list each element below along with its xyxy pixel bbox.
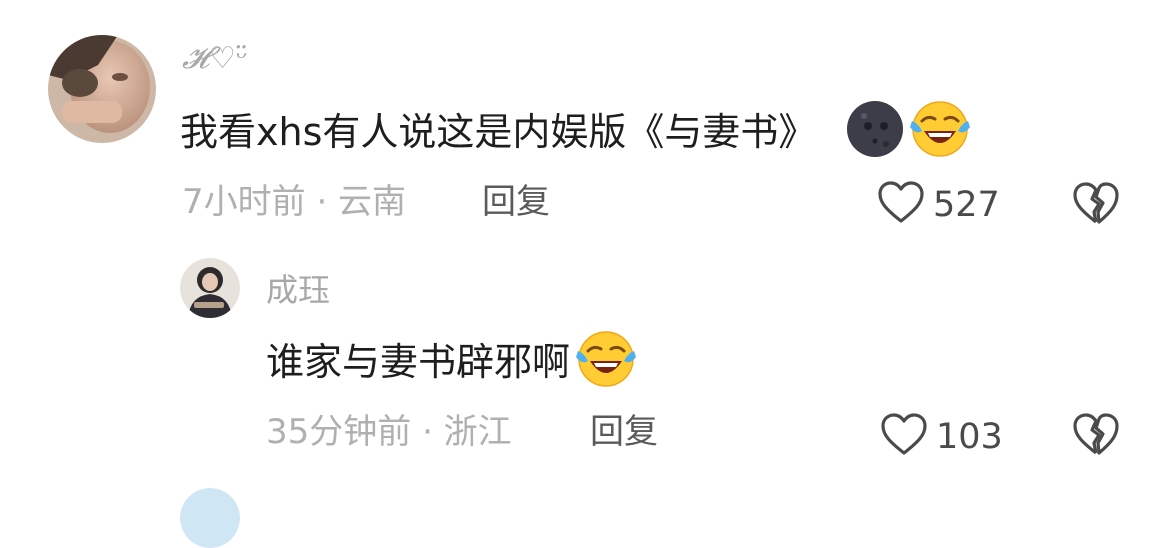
- heart-icon: [880, 412, 928, 463]
- avatar[interactable]: [180, 488, 240, 548]
- dislike-broken-heart-icon[interactable]: [1072, 412, 1120, 460]
- avatar[interactable]: [48, 35, 156, 143]
- like-button[interactable]: 103: [880, 412, 1003, 463]
- reply-button[interactable]: 回复: [482, 185, 550, 219]
- like-count: 103: [936, 417, 1003, 457]
- comment-username[interactable]: 𝓗♡ᵕ̈: [182, 44, 248, 74]
- heart-icon: [877, 180, 925, 231]
- comment-time-location: 35分钟前 · 浙江: [266, 412, 512, 452]
- new-moon-face-icon: [846, 100, 904, 164]
- comment-username[interactable]: 成珏: [266, 274, 330, 306]
- like-button[interactable]: 527: [877, 180, 1000, 231]
- comment-text: 谁家与妻书辟邪啊: [266, 331, 638, 387]
- reply-button[interactable]: 回复: [590, 415, 658, 449]
- rolling-on-floor-laughing-icon: [908, 97, 972, 167]
- comment-text-content: 我看xhs有人说这是内娱版《与妻书》: [180, 110, 817, 154]
- comment-text-content: 谁家与妻书辟邪啊: [266, 340, 571, 384]
- dislike-broken-heart-icon[interactable]: [1072, 181, 1120, 229]
- like-count: 527: [933, 185, 1000, 225]
- comment-text: 我看xhs有人说这是内娱版《与妻书》: [180, 101, 972, 157]
- comment-time-location: 7小时前 · 云南: [182, 182, 407, 222]
- avatar[interactable]: [180, 258, 240, 318]
- rolling-on-floor-laughing-icon: [574, 327, 638, 397]
